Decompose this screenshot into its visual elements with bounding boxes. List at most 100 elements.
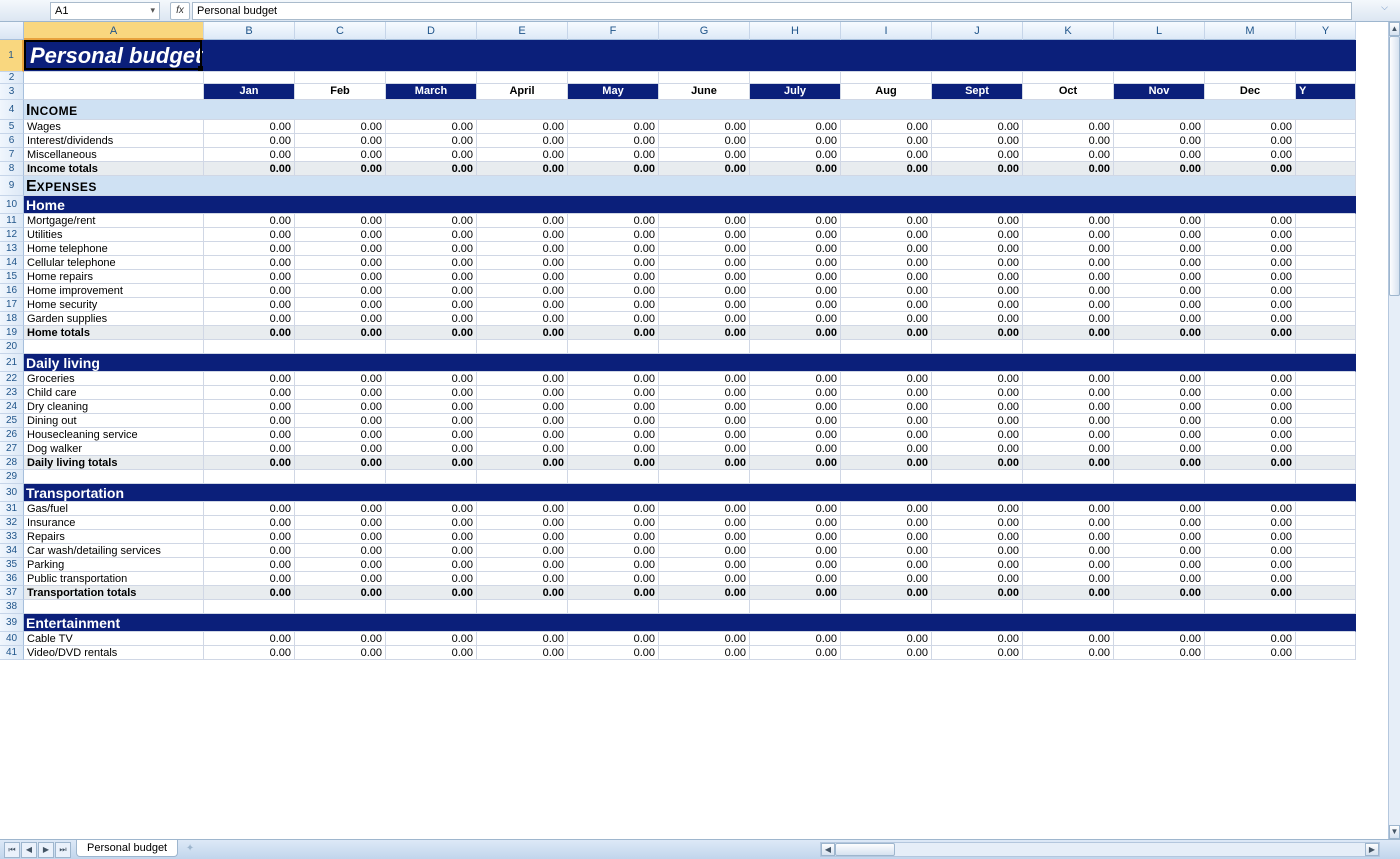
blank-cell[interactable] (204, 470, 295, 484)
data-cell[interactable]: 0.00 (841, 530, 932, 544)
horizontal-scrollbar[interactable]: ◀ ▶ (820, 842, 1380, 857)
row-label[interactable]: Dining out (24, 414, 204, 428)
data-cell[interactable]: 0.00 (477, 502, 568, 516)
data-cell[interactable]: 0.00 (204, 372, 295, 386)
data-cell[interactable]: 0.00 (841, 572, 932, 586)
row-header-11[interactable]: 11 (0, 214, 24, 228)
data-cell[interactable]: 0.00 (295, 242, 386, 256)
data-cell[interactable]: 0.00 (1114, 516, 1205, 530)
data-cell[interactable]: 0.00 (295, 516, 386, 530)
row-label[interactable]: Interest/dividends (24, 134, 204, 148)
data-cell[interactable]: 0.00 (1023, 414, 1114, 428)
row-label[interactable]: Housecleaning service (24, 428, 204, 442)
data-cell[interactable]: 0.00 (750, 586, 841, 600)
data-cell[interactable]: 0.00 (659, 298, 750, 312)
data-cell[interactable]: 0.00 (1023, 572, 1114, 586)
data-cell[interactable]: 0.00 (932, 148, 1023, 162)
row-label[interactable]: Home security (24, 298, 204, 312)
data-cell[interactable]: 0.00 (568, 256, 659, 270)
data-cell[interactable]: 0.00 (1114, 646, 1205, 660)
data-cell[interactable]: 0.00 (204, 428, 295, 442)
column-header-A[interactable]: A (24, 22, 204, 40)
data-cell[interactable]: 0.00 (932, 120, 1023, 134)
row-label[interactable]: Cellular telephone (24, 256, 204, 270)
data-cell[interactable]: 0.00 (1205, 586, 1296, 600)
data-cell[interactable]: 0.00 (750, 326, 841, 340)
data-cell[interactable]: 0.00 (204, 456, 295, 470)
data-cell[interactable]: 0.00 (750, 256, 841, 270)
row-header-39[interactable]: 39 (0, 614, 24, 632)
data-cell[interactable]: 0.00 (750, 400, 841, 414)
data-cell[interactable]: 0.00 (841, 162, 932, 176)
blank-cell[interactable] (568, 72, 659, 84)
data-cell[interactable]: 0.00 (932, 414, 1023, 428)
data-cell[interactable]: 0.00 (386, 456, 477, 470)
data-cell[interactable]: 0.00 (477, 572, 568, 586)
data-cell[interactable]: 0.00 (386, 530, 477, 544)
data-cell[interactable]: 0.00 (1114, 586, 1205, 600)
row-header-38[interactable]: 38 (0, 600, 24, 614)
blank-cell[interactable] (1205, 340, 1296, 354)
data-cell[interactable]: 0.00 (659, 162, 750, 176)
data-cell[interactable]: 0.00 (659, 312, 750, 326)
data-cell[interactable] (1296, 530, 1356, 544)
data-cell[interactable]: 0.00 (386, 400, 477, 414)
data-cell[interactable]: 0.00 (659, 228, 750, 242)
data-cell[interactable]: 0.00 (750, 162, 841, 176)
data-cell[interactable]: 0.00 (386, 256, 477, 270)
data-cell[interactable]: 0.00 (841, 428, 932, 442)
data-cell[interactable]: 0.00 (659, 442, 750, 456)
row-header-31[interactable]: 31 (0, 502, 24, 516)
month-label-blank[interactable] (24, 84, 204, 100)
data-cell[interactable]: 0.00 (932, 530, 1023, 544)
row-header-5[interactable]: 5 (0, 120, 24, 134)
column-header-B[interactable]: B (204, 22, 295, 40)
data-cell[interactable]: 0.00 (750, 270, 841, 284)
data-cell[interactable]: 0.00 (295, 120, 386, 134)
data-cell[interactable]: 0.00 (568, 558, 659, 572)
data-cell[interactable]: 0.00 (841, 502, 932, 516)
data-cell[interactable]: 0.00 (841, 372, 932, 386)
blank-cell[interactable] (24, 470, 204, 484)
data-cell[interactable]: 0.00 (386, 558, 477, 572)
data-cell[interactable]: 0.00 (477, 558, 568, 572)
row-header-25[interactable]: 25 (0, 414, 24, 428)
data-cell[interactable]: 0.00 (1023, 544, 1114, 558)
data-cell[interactable]: 0.00 (659, 632, 750, 646)
data-cell[interactable]: 0.00 (841, 414, 932, 428)
blank-cell[interactable] (24, 340, 204, 354)
data-cell[interactable]: 0.00 (750, 284, 841, 298)
row-label[interactable]: Home telephone (24, 242, 204, 256)
data-cell[interactable]: 0.00 (477, 544, 568, 558)
data-cell[interactable]: 0.00 (568, 270, 659, 284)
row-header-2[interactable]: 2 (0, 72, 24, 84)
column-header-H[interactable]: H (750, 22, 841, 40)
data-cell[interactable]: 0.00 (386, 646, 477, 660)
row-header-16[interactable]: 16 (0, 284, 24, 298)
blank-cell[interactable] (1205, 600, 1296, 614)
blank-cell[interactable] (841, 470, 932, 484)
data-cell[interactable] (1296, 372, 1356, 386)
data-cell[interactable]: 0.00 (477, 256, 568, 270)
subsection-header[interactable]: Daily living (24, 354, 1356, 372)
data-cell[interactable] (1296, 544, 1356, 558)
data-cell[interactable]: 0.00 (295, 256, 386, 270)
data-cell[interactable]: 0.00 (1023, 428, 1114, 442)
data-cell[interactable]: 0.00 (750, 120, 841, 134)
data-cell[interactable]: 0.00 (841, 270, 932, 284)
data-cell[interactable] (1296, 148, 1356, 162)
row-header-12[interactable]: 12 (0, 228, 24, 242)
row-header-13[interactable]: 13 (0, 242, 24, 256)
sheet-nav-button-0[interactable]: ⏮ (4, 842, 20, 858)
data-cell[interactable]: 0.00 (386, 586, 477, 600)
data-cell[interactable]: 0.00 (204, 442, 295, 456)
vertical-scroll-thumb[interactable] (1389, 36, 1400, 296)
data-cell[interactable]: 0.00 (750, 134, 841, 148)
row-header-36[interactable]: 36 (0, 572, 24, 586)
data-cell[interactable]: 0.00 (932, 372, 1023, 386)
row-label[interactable]: Home improvement (24, 284, 204, 298)
blank-cell[interactable] (1296, 72, 1356, 84)
data-cell[interactable]: 0.00 (204, 386, 295, 400)
blank-cell[interactable] (1205, 72, 1296, 84)
data-cell[interactable]: 0.00 (841, 242, 932, 256)
